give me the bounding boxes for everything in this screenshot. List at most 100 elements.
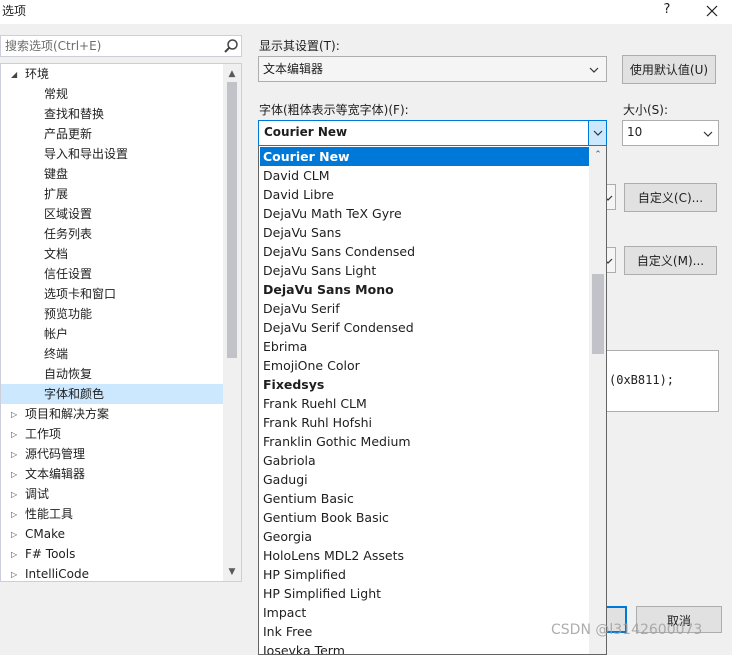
title-bar xyxy=(0,0,732,24)
font-option[interactable]: Gentium Book Basic xyxy=(260,508,590,527)
size-value: 10 xyxy=(627,125,643,139)
font-option[interactable]: Ebrima xyxy=(260,337,590,356)
font-option[interactable]: Frank Ruehl CLM xyxy=(260,394,590,413)
tree-item-section-2[interactable]: ▷ 源代码管理 xyxy=(1,444,223,464)
close-button[interactable] xyxy=(700,0,724,22)
collapsed-arrow-icon[interactable]: ▷ xyxy=(11,565,17,581)
font-option[interactable]: HP Simplified Light xyxy=(260,584,590,603)
font-combo-arrow[interactable] xyxy=(588,121,606,145)
font-option[interactable]: Fixedsys xyxy=(260,375,590,394)
font-option[interactable]: HP Simplified xyxy=(260,565,590,584)
font-label: 字体(粗体表示等宽字体)(F): xyxy=(259,103,409,117)
font-list-scrollbar[interactable]: ⌃ xyxy=(589,146,606,654)
tree-item-label: 调试 xyxy=(25,487,50,501)
tree-item-label: 自动恢复 xyxy=(44,367,93,381)
collapsed-arrow-icon[interactable]: ▷ xyxy=(11,545,17,565)
tree-item-env-6[interactable]: 区域设置 xyxy=(1,204,223,224)
tree-item-label: 任务列表 xyxy=(44,227,93,241)
tree-item-label: 信任设置 xyxy=(44,267,93,281)
font-option[interactable]: Georgia xyxy=(260,527,590,546)
font-option[interactable]: Gadugi xyxy=(260,470,590,489)
tree-item-label: CMake xyxy=(25,527,65,541)
tree-item-label: 区域设置 xyxy=(44,207,93,221)
font-option[interactable]: Courier New xyxy=(260,147,590,166)
collapsed-arrow-icon[interactable]: ▷ xyxy=(11,485,17,505)
tree-item-section-5[interactable]: ▷ 性能工具 xyxy=(1,504,223,524)
tree-item-section-6[interactable]: ▷ CMake xyxy=(1,524,223,544)
font-option[interactable]: Gentium Basic xyxy=(260,489,590,508)
tree-item-section-7[interactable]: ▷ F# Tools xyxy=(1,544,223,564)
tree-item-label: 环境 xyxy=(25,67,50,81)
collapsed-arrow-icon[interactable]: ▷ xyxy=(11,445,17,465)
font-option[interactable]: DejaVu Sans Mono xyxy=(260,280,590,299)
tree-item-section-4[interactable]: ▷ 调试 xyxy=(1,484,223,504)
tree-item-label: 文档 xyxy=(44,247,69,261)
use-defaults-button[interactable]: 使用默认值(U) xyxy=(622,55,716,84)
tree-item-env-3[interactable]: 导入和导出设置 xyxy=(1,144,223,164)
font-option[interactable]: DejaVu Sans xyxy=(260,223,590,242)
font-option[interactable]: HoloLens MDL2 Assets xyxy=(260,546,590,565)
collapsed-arrow-icon[interactable]: ▷ xyxy=(11,505,17,525)
tree-scrollbar[interactable]: ▲ ▼ xyxy=(223,64,241,581)
font-option[interactable]: Frank Ruhl Hofshi xyxy=(260,413,590,432)
font-list-scroll-thumb[interactable] xyxy=(592,274,604,354)
font-option[interactable]: Gabriola xyxy=(260,451,590,470)
font-combo[interactable]: Courier New xyxy=(258,120,607,146)
tree-item-env-2[interactable]: 产品更新 xyxy=(1,124,223,144)
font-option[interactable]: Iosevka Term xyxy=(260,641,590,654)
font-option[interactable]: Impact xyxy=(260,603,590,622)
scroll-down-icon[interactable]: ▼ xyxy=(223,564,241,580)
tree-scroll-thumb[interactable] xyxy=(227,82,237,358)
collapsed-arrow-icon[interactable]: ▷ xyxy=(11,525,17,545)
custom-c-button[interactable]: 自定义(C)... xyxy=(624,183,717,212)
font-option[interactable]: EmojiOne Color xyxy=(260,356,590,375)
collapsed-arrow-icon[interactable]: ▷ xyxy=(11,465,17,485)
search-icon[interactable] xyxy=(223,38,239,54)
tree-item-label: 导入和导出设置 xyxy=(44,147,129,161)
tree-item-env-8[interactable]: 文档 xyxy=(1,244,223,264)
font-option[interactable]: DejaVu Serif Condensed xyxy=(260,318,590,337)
tree-item-section-0[interactable]: ▷ 项目和解决方案 xyxy=(1,404,223,424)
font-option[interactable]: Ink Free xyxy=(260,622,590,641)
tree-item-env-5[interactable]: 扩展 xyxy=(1,184,223,204)
font-option[interactable]: DejaVu Sans Condensed xyxy=(260,242,590,261)
collapsed-arrow-icon[interactable]: ▷ xyxy=(11,425,17,445)
show-settings-combo[interactable]: 文本编辑器 xyxy=(258,56,607,82)
search-input[interactable] xyxy=(3,37,221,55)
font-option[interactable]: David CLM xyxy=(260,166,590,185)
tree-item-section-3[interactable]: ▷ 文本编辑器 xyxy=(1,464,223,484)
tree-item-env-4[interactable]: 键盘 xyxy=(1,164,223,184)
font-option[interactable]: DejaVu Math TeX Gyre xyxy=(260,204,590,223)
tree-item-env-1[interactable]: 查找和替换 xyxy=(1,104,223,124)
options-tree[interactable]: ◢ 环境常规查找和替换 产品更新导入和导出设置键盘 扩展区域设置任务列表文档信任设置选… xyxy=(0,63,242,582)
tree-item-label: 文本编辑器 xyxy=(25,467,86,481)
collapsed-arrow-icon[interactable]: ▷ xyxy=(11,405,17,425)
chevron-down-icon xyxy=(589,67,599,73)
tree-item-env-14[interactable]: 自动恢复 xyxy=(1,364,223,384)
scroll-up-icon[interactable]: ⌃ xyxy=(589,147,606,163)
tree-item-env-7[interactable]: 任务列表 xyxy=(1,224,223,244)
tree-item-env-13[interactable]: 终端 xyxy=(1,344,223,364)
expanded-arrow-icon[interactable]: ◢ xyxy=(11,65,17,85)
font-option[interactable]: DejaVu Serif xyxy=(260,299,590,318)
tree-item-env-10[interactable]: 选项卡和窗口 xyxy=(1,284,223,304)
font-option[interactable]: David Libre xyxy=(260,185,590,204)
tree-item-label: F# Tools xyxy=(25,547,76,561)
tree-item-env-12[interactable]: 帐户 xyxy=(1,324,223,344)
custom-m-button[interactable]: 自定义(M)... xyxy=(624,246,717,275)
size-combo[interactable]: 10 xyxy=(622,120,719,146)
font-option[interactable]: Franklin Gothic Medium xyxy=(260,432,590,451)
tree-item-section-1[interactable]: ▷ 工作项 xyxy=(1,424,223,444)
tree-item-environment[interactable]: ◢ 环境 xyxy=(1,64,223,84)
tree-item-env-11[interactable]: 预览功能 xyxy=(1,304,223,324)
scroll-up-icon[interactable]: ▲ xyxy=(223,66,241,82)
font-option[interactable]: DejaVu Sans Light xyxy=(260,261,590,280)
tree-item-label: 常规 xyxy=(44,87,69,101)
tree-item-env-0[interactable]: 常规 xyxy=(1,84,223,104)
tree-item-env-9[interactable]: 信任设置 xyxy=(1,264,223,284)
tree-item-env-15[interactable]: 字体和颜色 xyxy=(1,384,223,404)
help-button[interactable]: ? xyxy=(656,0,678,22)
font-dropdown-list[interactable]: Courier New David CLM David Libre DejaVu Ma… xyxy=(258,145,607,655)
tree-item-section-8[interactable]: ▷ IntelliCode xyxy=(1,564,223,581)
tree-item-label: 项目和解决方案 xyxy=(25,407,110,421)
